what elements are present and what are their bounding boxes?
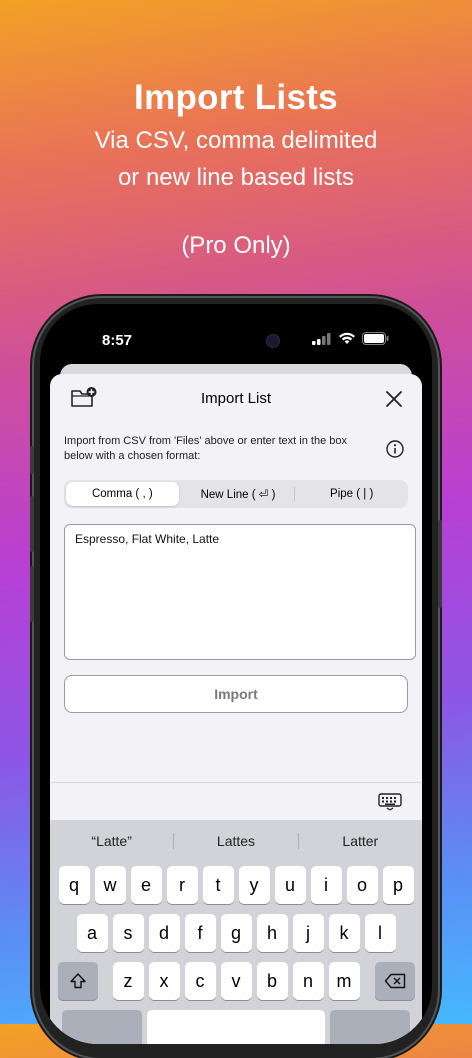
key[interactable]: h (256, 914, 288, 952)
key[interactable]: v (220, 962, 252, 1000)
keyboard-toolbar (50, 782, 422, 821)
space-key[interactable] (147, 1010, 325, 1044)
dismiss-keyboard-button[interactable] (378, 793, 402, 811)
key[interactable]: p (382, 866, 414, 904)
camera-icon (266, 334, 280, 348)
key[interactable]: g (220, 914, 252, 952)
close-button[interactable] (384, 389, 404, 409)
key[interactable]: x (148, 962, 180, 1000)
format-option-new-line[interactable]: New Line ( ⏎ ) (182, 480, 295, 508)
key[interactable]: o (346, 866, 378, 904)
status-icons (312, 332, 389, 345)
keyboard-icon (378, 793, 402, 811)
delete-icon (384, 973, 405, 989)
shift-icon (69, 973, 86, 989)
key[interactable]: i (310, 866, 342, 904)
key-row-1: q w e r t y u i o p (50, 866, 422, 904)
key[interactable]: d (148, 914, 180, 952)
key-row-3: z x c v b n m (50, 962, 422, 1000)
close-icon (386, 391, 402, 407)
return-key[interactable] (330, 1010, 410, 1044)
status-time: 8:57 (102, 332, 133, 349)
key[interactable]: m (328, 962, 360, 1000)
key[interactable]: e (130, 866, 162, 904)
key[interactable]: c (184, 962, 216, 1000)
format-option-pipe[interactable]: Pipe ( | ) (295, 480, 408, 508)
key[interactable]: z (112, 962, 144, 1000)
battery-icon (362, 332, 389, 345)
promo-subtitle: Via CSV, comma delimited or new line bas… (0, 122, 472, 196)
key[interactable]: s (112, 914, 144, 952)
key-row-2: a s d f g h j k l (50, 914, 422, 952)
phone-side-button (30, 446, 34, 474)
format-selector: Comma ( , ) New Line ( ⏎ ) Pipe ( | ) (64, 480, 408, 508)
promo-title: Import Lists (134, 78, 338, 117)
import-list-sheet: Import List Import from CSV from 'Files'… (50, 374, 422, 1044)
key[interactable]: k (328, 914, 360, 952)
format-option-comma[interactable]: Comma ( , ) (66, 482, 179, 506)
promo-subtitle-line2: or new line based lists (117, 164, 355, 191)
key[interactable]: y (238, 866, 270, 904)
promo-pro-note: (Pro Only) (181, 232, 291, 259)
key[interactable]: f (184, 914, 216, 952)
phone-volume-up (30, 496, 34, 552)
key[interactable]: w (94, 866, 126, 904)
key[interactable]: j (292, 914, 324, 952)
key[interactable]: b (256, 962, 288, 1000)
list-text-input[interactable]: Espresso, Flat White, Latte (64, 524, 416, 660)
phone-power-button (438, 520, 442, 608)
info-icon (386, 440, 404, 458)
suggestion-bar: “Latte” Lattes Latter (50, 826, 422, 856)
onscreen-keyboard: “Latte” Lattes Latter q w e r t y u i o … (50, 820, 422, 1044)
delete-key[interactable] (374, 962, 415, 1000)
suggestion-item[interactable]: Lattes (174, 826, 297, 856)
phone-volume-down (30, 566, 34, 622)
suggestion-item[interactable]: “Latte” (50, 826, 173, 856)
shift-key[interactable] (57, 962, 98, 1000)
suggestion-item[interactable]: Latter (299, 826, 422, 856)
promo-subtitle-line1: Via CSV, comma delimited (94, 127, 378, 154)
key[interactable]: q (58, 866, 90, 904)
info-button[interactable] (386, 440, 404, 458)
import-button[interactable]: Import (64, 675, 408, 713)
signal-icon (312, 332, 331, 345)
key[interactable]: a (76, 914, 108, 952)
key[interactable]: l (364, 914, 396, 952)
key[interactable]: u (274, 866, 306, 904)
key-row-4 (50, 1010, 422, 1044)
numbers-key[interactable] (62, 1010, 142, 1044)
phone-screen: 8:57 Import List Import from CSV from 'F… (40, 304, 432, 1044)
key[interactable]: r (166, 866, 198, 904)
sheet-title: Import List (200, 390, 272, 407)
dynamic-island (188, 328, 272, 354)
key[interactable]: t (202, 866, 234, 904)
import-description: Import from CSV from 'Files' above or en… (64, 435, 347, 462)
wifi-icon (339, 332, 355, 344)
key[interactable]: n (292, 962, 324, 1000)
